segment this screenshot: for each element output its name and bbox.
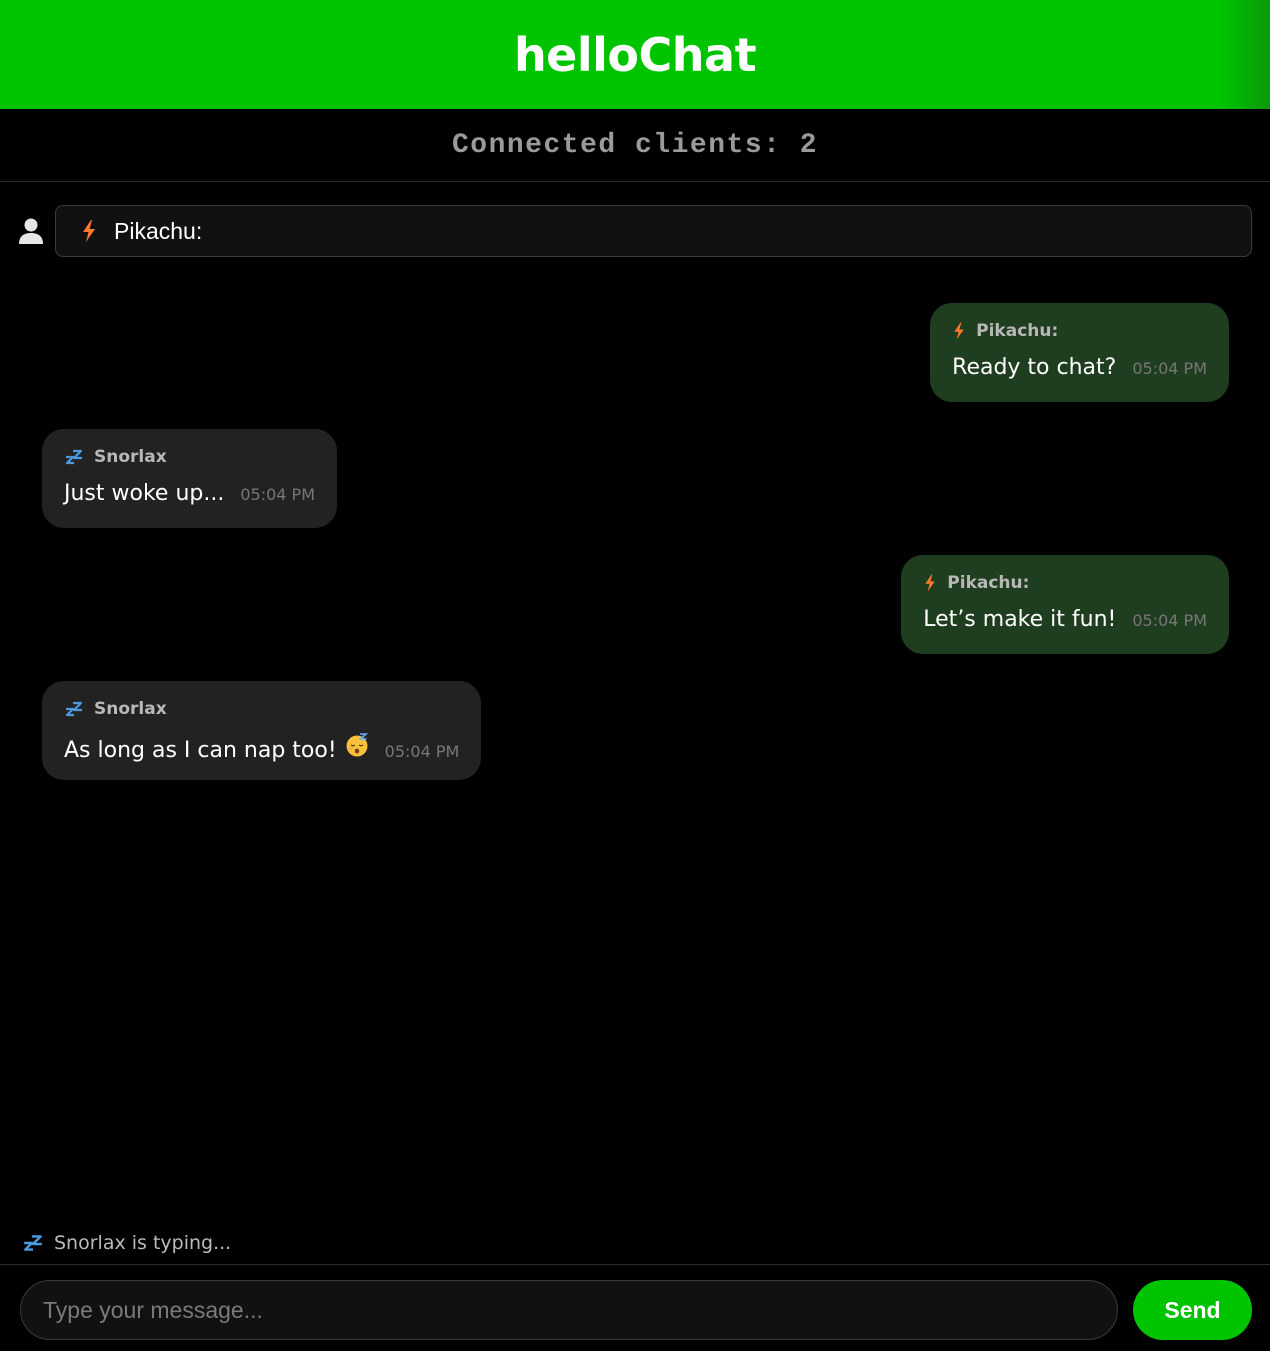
typing-text: Snorlax is typing... (54, 1232, 232, 1254)
message-content: Just woke up... 05:04 PM (64, 481, 315, 506)
message-content: As long as I can nap too! 05:04 PM (64, 733, 459, 763)
sender-name: Snorlax (94, 447, 167, 467)
message-time: 05:04 PM (1132, 359, 1207, 378)
message-text: Just woke up... (64, 481, 225, 506)
message-text: Ready to chat? (952, 355, 1117, 380)
message-composer: Send (0, 1264, 1270, 1351)
zzz-sleep-icon (65, 449, 83, 465)
message-bubble-own: Pikachu: Ready to chat? 05:04 PM (930, 303, 1229, 402)
message-sender: Snorlax (64, 697, 459, 721)
lightning-bolt-icon (954, 322, 964, 340)
zzz-sleep-icon (65, 701, 83, 717)
message-time: 05:04 PM (240, 485, 315, 504)
message-bubble-other: Snorlax Just woke up... 05:04 PM (42, 429, 337, 528)
message-time: 05:04 PM (1132, 611, 1207, 630)
username-value: Pikachu: (114, 217, 203, 244)
send-button[interactable]: Send (1133, 1280, 1252, 1340)
message-input[interactable] (20, 1280, 1118, 1340)
message-content: Let’s make it fun! 05:04 PM (923, 607, 1207, 632)
message-time: 05:04 PM (384, 742, 460, 761)
message-sender: Snorlax (64, 445, 315, 469)
message-bubble-other: Snorlax As long as I can nap too! 05:04 … (42, 681, 482, 780)
typing-indicator: Snorlax is typing... (22, 1230, 231, 1256)
app-header: helloChat (0, 0, 1270, 109)
message-sender: Pikachu: (952, 319, 1207, 343)
message-sender: Pikachu: (923, 571, 1207, 595)
lightning-bolt-icon (925, 574, 935, 592)
message-bubble-own: Pikachu: Let’s make it fun! 05:04 PM (901, 555, 1229, 654)
lightning-bolt-icon (83, 220, 95, 242)
sleeping-face-emoji (346, 733, 368, 757)
message-text: As long as I can nap too! (64, 738, 337, 763)
username-row: Pikachu: (18, 204, 1252, 258)
message-text: Let’s make it fun! (923, 607, 1117, 632)
connected-clients-bar: Connected clients: 2 (0, 109, 1270, 182)
sender-name: Pikachu: (976, 321, 1059, 341)
message-content: Ready to chat? 05:04 PM (952, 355, 1207, 380)
zzz-sleep-icon (24, 1235, 42, 1251)
sender-name: Snorlax (94, 699, 167, 719)
username-field[interactable]: Pikachu: (55, 205, 1252, 257)
sender-name: Pikachu: (947, 573, 1030, 593)
app-title: helloChat (513, 27, 757, 82)
chat-app: helloChat Connected clients: 2 Pikachu: … (0, 0, 1270, 1351)
user-icon (19, 218, 43, 244)
message-list[interactable]: Pikachu: Ready to chat? 05:04 PM Snorlax… (0, 280, 1270, 1220)
connected-clients-count: Connected clients: 2 (451, 129, 819, 161)
